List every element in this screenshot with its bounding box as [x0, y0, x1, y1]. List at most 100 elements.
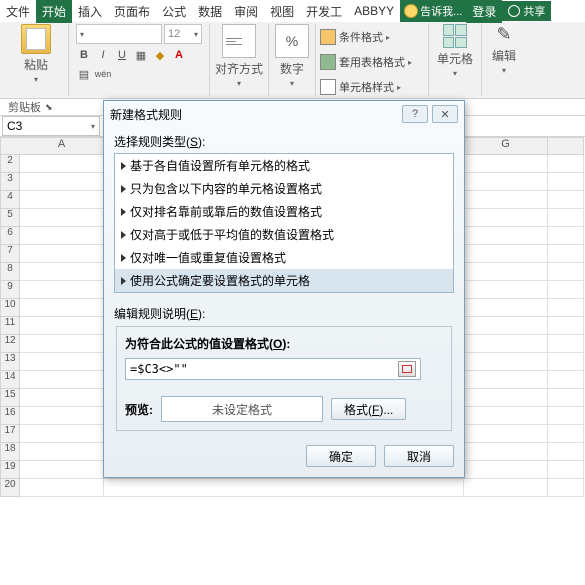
cell[interactable]: [20, 443, 104, 461]
row-header[interactable]: 19: [0, 461, 20, 479]
cell[interactable]: [20, 173, 104, 191]
tab-layout[interactable]: 页面布: [108, 0, 156, 23]
rule-type-item[interactable]: 基于各自值设置所有单元格的格式: [115, 154, 453, 177]
col-header-g[interactable]: G: [464, 137, 548, 155]
cell[interactable]: [464, 335, 548, 353]
ok-button[interactable]: 确定: [306, 445, 376, 467]
alignment-button[interactable]: 对齐方式▾: [215, 24, 263, 88]
rule-type-item[interactable]: 只为包含以下内容的单元格设置格式: [115, 177, 453, 200]
cell[interactable]: [464, 227, 548, 245]
tab-home[interactable]: 开始: [36, 0, 72, 23]
row-header[interactable]: 14: [0, 371, 20, 389]
col-header-last[interactable]: [548, 137, 584, 155]
cell[interactable]: [464, 245, 548, 263]
cancel-button[interactable]: 取消: [384, 445, 454, 467]
range-picker-icon[interactable]: [398, 361, 416, 377]
cell[interactable]: [548, 461, 584, 479]
cell[interactable]: [548, 335, 584, 353]
row-header[interactable]: 3: [0, 173, 20, 191]
name-box[interactable]: C3▾: [2, 116, 100, 136]
row-header[interactable]: 9: [0, 281, 20, 299]
cell[interactable]: [548, 353, 584, 371]
cell[interactable]: [548, 281, 584, 299]
cell[interactable]: [548, 245, 584, 263]
cell[interactable]: [20, 227, 104, 245]
cell[interactable]: [20, 263, 104, 281]
cell[interactable]: [20, 407, 104, 425]
cell[interactable]: [548, 407, 584, 425]
cell[interactable]: [548, 191, 584, 209]
row-header[interactable]: 7: [0, 245, 20, 263]
cell[interactable]: [464, 353, 548, 371]
cell[interactable]: [20, 191, 104, 209]
cell[interactable]: [464, 173, 548, 191]
font-color-button[interactable]: A: [171, 47, 187, 63]
share-button[interactable]: 共享: [502, 1, 551, 21]
border2-button[interactable]: ▤: [76, 66, 92, 82]
row-header[interactable]: 2: [0, 155, 20, 173]
cell[interactable]: [20, 461, 104, 479]
tab-formula[interactable]: 公式: [156, 0, 192, 23]
tab-data[interactable]: 数据: [192, 0, 228, 23]
row-header[interactable]: 20: [0, 479, 20, 497]
row-header[interactable]: 18: [0, 443, 20, 461]
cell[interactable]: [548, 263, 584, 281]
cell[interactable]: [20, 317, 104, 335]
row-header[interactable]: 15: [0, 389, 20, 407]
tab-dev[interactable]: 开发工: [300, 0, 348, 23]
cell[interactable]: [464, 299, 548, 317]
font-size-combo[interactable]: 12▾: [164, 24, 202, 44]
formula-input[interactable]: =$C3<>"": [125, 358, 421, 380]
cell[interactable]: [104, 479, 464, 497]
conditional-format-button[interactable]: 条件格式▸: [320, 28, 390, 46]
tab-view[interactable]: 视图: [264, 0, 300, 23]
login-link[interactable]: 登录: [466, 0, 502, 23]
bold-button[interactable]: B: [76, 47, 92, 63]
cell[interactable]: [548, 209, 584, 227]
cell[interactable]: [464, 407, 548, 425]
cell[interactable]: [548, 389, 584, 407]
cell[interactable]: [464, 281, 548, 299]
cell[interactable]: [548, 173, 584, 191]
cell[interactable]: [548, 299, 584, 317]
edit-button[interactable]: ✎ 编辑▾: [492, 24, 516, 75]
border-button[interactable]: ▦: [133, 47, 149, 63]
cell[interactable]: [464, 317, 548, 335]
tab-file[interactable]: 文件: [0, 0, 36, 23]
cell[interactable]: [20, 479, 104, 497]
cell[interactable]: [20, 209, 104, 227]
row-header[interactable]: 5: [0, 209, 20, 227]
cell[interactable]: [464, 371, 548, 389]
tab-insert[interactable]: 插入: [72, 0, 108, 23]
cell[interactable]: [548, 425, 584, 443]
phonetic-button[interactable]: wén: [95, 66, 111, 82]
cell[interactable]: [20, 425, 104, 443]
row-header[interactable]: 12: [0, 335, 20, 353]
cell[interactable]: [20, 155, 104, 173]
dialog-titlebar[interactable]: 新建格式规则 ? ✕: [104, 101, 464, 127]
cells-button[interactable]: 单元格▾: [437, 24, 473, 78]
cell[interactable]: [20, 299, 104, 317]
row-header[interactable]: 4: [0, 191, 20, 209]
cell[interactable]: [464, 443, 548, 461]
cell[interactable]: [20, 389, 104, 407]
row-header[interactable]: 6: [0, 227, 20, 245]
tab-review[interactable]: 审阅: [228, 0, 264, 23]
cell[interactable]: [20, 281, 104, 299]
select-all-corner[interactable]: [0, 137, 20, 155]
underline-button[interactable]: U: [114, 47, 130, 63]
dialog-launcher-icon[interactable]: ⬊: [45, 102, 53, 113]
format-button[interactable]: 格式(F)...: [331, 398, 406, 420]
fill-color-button[interactable]: ◆: [152, 47, 168, 63]
cell[interactable]: [20, 353, 104, 371]
cell[interactable]: [464, 461, 548, 479]
table-format-button[interactable]: 套用表格格式▸: [320, 53, 412, 71]
cell[interactable]: [464, 209, 548, 227]
col-header-a[interactable]: A: [20, 137, 104, 155]
tell-me[interactable]: 告诉我...: [400, 0, 466, 22]
cell[interactable]: [464, 479, 548, 497]
row-header[interactable]: 10: [0, 299, 20, 317]
cell[interactable]: [20, 335, 104, 353]
cell[interactable]: [464, 389, 548, 407]
font-name-combo[interactable]: ▾: [76, 24, 162, 44]
